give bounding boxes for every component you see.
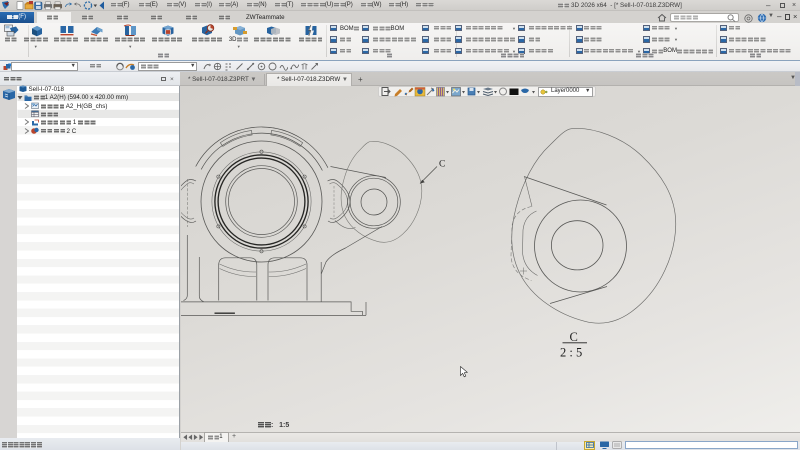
- svg-text:2 : 5: 2 : 5: [560, 346, 582, 360]
- svg-text:C: C: [569, 330, 577, 344]
- svg-text:C: C: [439, 160, 445, 170]
